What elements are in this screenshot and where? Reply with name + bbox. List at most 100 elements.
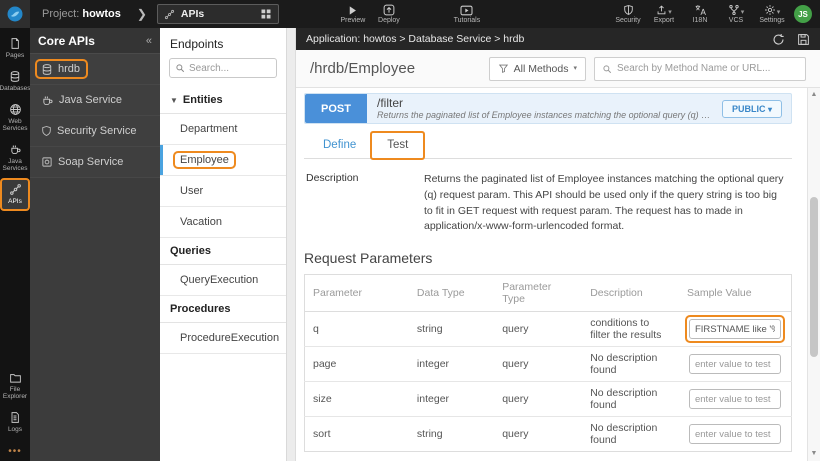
wavemaker-logo[interactable] (0, 0, 30, 28)
endpoints-search-input[interactable] (189, 63, 269, 74)
table-row: qstringqueryconditions to filter the res… (305, 312, 792, 347)
soap-icon (41, 157, 53, 168)
visibility-label: PUBLIC (732, 104, 766, 114)
description-label: Description (306, 172, 424, 235)
preview-button[interactable]: Preview (335, 4, 371, 24)
endpoints-group-label: Entities (183, 94, 223, 106)
save-icon[interactable] (797, 33, 810, 46)
wavemaker-logo-icon (6, 5, 24, 23)
endpoints-search[interactable] (169, 58, 277, 78)
apis-tab-label: APIs (181, 8, 204, 20)
tab-test[interactable]: Test (371, 132, 424, 159)
param-name: q (305, 312, 409, 347)
param-type: query (494, 312, 582, 347)
endpoint-item-label: ProcedureExecution (175, 331, 284, 345)
core-api-item-security-service[interactable]: Security Service (30, 116, 160, 147)
main-scrollbar-thumb[interactable] (810, 197, 818, 357)
endpoints-group-queries[interactable]: Queries (160, 238, 286, 265)
method-search[interactable] (594, 57, 806, 81)
sample-value-input-size[interactable] (689, 389, 781, 409)
sidebar-item-label: Logs (8, 426, 22, 433)
grid-icon[interactable] (260, 8, 272, 20)
core-api-item-hrdb[interactable]: hrdb (30, 54, 160, 85)
param-description: No description found (582, 347, 679, 382)
search-icon (602, 64, 612, 74)
chevron-right-icon: ❯ (137, 7, 147, 21)
column-header-parameter: Parameter (305, 275, 409, 312)
param-type: query (494, 382, 582, 417)
panel-divider[interactable] (287, 28, 296, 461)
apis-workspace-tab[interactable]: APIs (157, 4, 279, 24)
endpoint-item-queryexecution[interactable]: QueryExecution (160, 265, 286, 296)
deploy-button[interactable]: Deploy (371, 4, 407, 24)
top-bar: Project: howtos ❯ APIs Preview Deploy Tu… (0, 0, 820, 28)
user-avatar[interactable]: JS (794, 5, 812, 23)
sample-value-input-sort[interactable] (689, 424, 781, 444)
tutorials-button[interactable]: Tutorials (449, 4, 485, 24)
sidebar-item-label: File Explorer (1, 386, 29, 400)
param-description: No description found (582, 417, 679, 452)
core-apis-title: Core APIs (38, 34, 95, 48)
more-options-button[interactable]: ••• (8, 440, 22, 461)
endpoints-group-entities[interactable]: ▼Entities (160, 87, 286, 114)
sidebar-item-databases[interactable]: Databases (1, 66, 29, 97)
core-api-item-soap-service[interactable]: Soap Service (30, 147, 160, 178)
endpoints-group-procedures[interactable]: Procedures (160, 296, 286, 323)
shield-icon (41, 126, 52, 137)
sample-value-wrap (687, 387, 783, 411)
endpoint-item-department[interactable]: Department (160, 114, 286, 145)
endpoint-item-user[interactable]: User (160, 176, 286, 207)
sidebar-item-label: Pages (6, 52, 24, 59)
i18n-label: I18N (693, 17, 708, 24)
sidebar-item-web-services[interactable]: Web Services (1, 99, 29, 137)
settings-label: Settings (759, 17, 784, 24)
sidebar-item-file-explorer[interactable]: File Explorer (1, 367, 29, 405)
endpoints-group-label: Procedures (170, 303, 231, 315)
param-type: query (494, 347, 582, 382)
visibility-dropdown[interactable]: PUBLIC ▾ (722, 100, 782, 118)
sample-value-input-q[interactable] (689, 319, 781, 339)
method-search-input[interactable] (617, 63, 798, 74)
sidebar-item-label: Databases (0, 85, 31, 92)
api-method-card[interactable]: POST /filter Returns the paginated list … (304, 93, 792, 124)
endpoint-item-procedureexecution[interactable]: ProcedureExecution (160, 323, 286, 354)
column-header-parameter-type: Parameter Type (494, 275, 582, 312)
i18n-button[interactable]: I18N (682, 4, 718, 24)
api-path: /filter (377, 97, 712, 110)
param-data-type: string (409, 312, 494, 347)
methods-filter-label: All Methods (514, 63, 569, 75)
deploy-icon (383, 4, 395, 16)
scroll-down-icon[interactable]: ▼ (811, 447, 818, 461)
api-tabs: Define Test (304, 132, 792, 159)
main-scrollbar[interactable]: ▲ ▼ (807, 88, 820, 461)
endpoint-item-vacation[interactable]: Vacation (160, 207, 286, 238)
settings-button[interactable]: ▾ Settings (754, 4, 790, 24)
endpoints-title: Endpoints (160, 28, 286, 58)
security-button[interactable]: Security (610, 4, 646, 24)
endpoints-panel: Endpoints ▼EntitiesDepartment Employee Use… (160, 28, 287, 461)
sidebar-item-label: Java Services (1, 158, 29, 172)
sidebar-item-apis[interactable]: APIs (1, 179, 29, 210)
main-content: Application: howtos > Database Service >… (296, 28, 820, 461)
core-api-item-java-service[interactable]: Java Service (30, 85, 160, 116)
methods-filter-dropdown[interactable]: All Methods ▾ (489, 57, 586, 81)
pages-icon (9, 37, 21, 50)
play-icon (347, 4, 358, 16)
collapse-panel-icon[interactable]: « (146, 35, 152, 47)
sidebar-item-pages[interactable]: Pages (1, 33, 29, 64)
core-api-label: Java Service (59, 94, 122, 106)
tab-define[interactable]: Define (308, 133, 371, 158)
sidebar-item-java-services[interactable]: Java Services (1, 139, 29, 177)
sample-value-input-page[interactable] (689, 354, 781, 374)
core-api-chip: Java Service (37, 92, 128, 108)
sidebar-item-logs[interactable]: Logs (1, 407, 29, 438)
scroll-up-icon[interactable]: ▲ (811, 88, 818, 102)
param-description: No description found (582, 382, 679, 417)
param-data-type: integer (409, 347, 494, 382)
export-label: Export (654, 17, 674, 24)
endpoint-item-label: Employee (175, 153, 234, 167)
endpoint-item-employee[interactable]: Employee (160, 145, 286, 176)
refresh-icon[interactable] (772, 33, 785, 46)
vcs-button[interactable]: ▾ VCS (718, 4, 754, 24)
export-button[interactable]: ▾ Export (646, 4, 682, 24)
